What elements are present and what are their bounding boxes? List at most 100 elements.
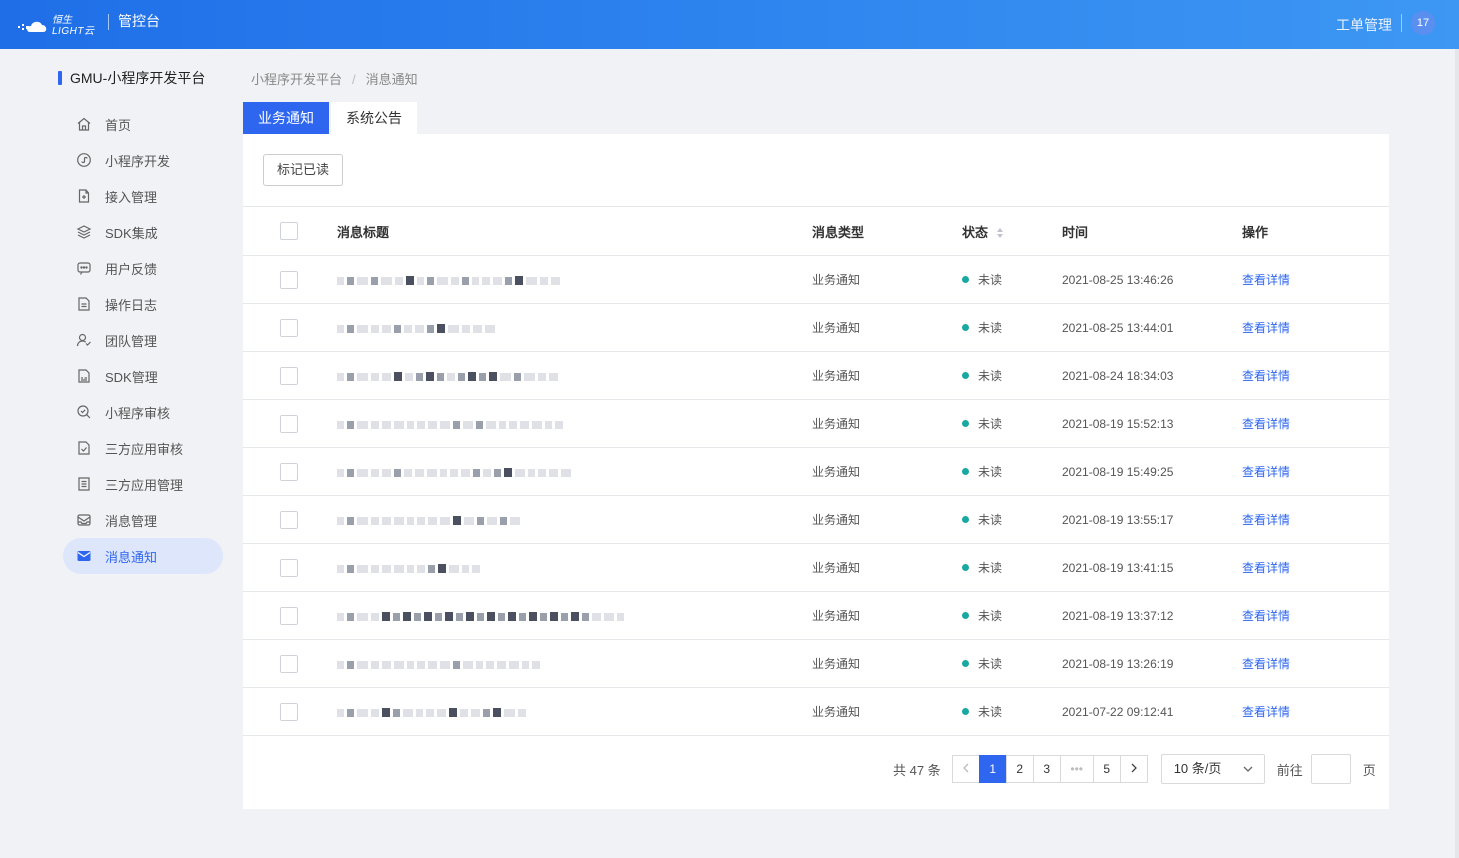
table-row[interactable]: 业务通知 未读 2021-08-19 15:52:13 查看详情 — [243, 399, 1389, 448]
ticket-management-link[interactable]: 工单管理 — [1336, 15, 1392, 35]
sidebar-item-third-party-management[interactable]: 三方应用管理 — [63, 466, 223, 502]
sidebar-item-operation-log[interactable]: 操作日志 — [63, 286, 223, 322]
select-all-checkbox[interactable] — [280, 222, 298, 240]
view-detail-link[interactable]: 查看详情 — [1242, 369, 1290, 383]
view-detail-link[interactable]: 查看详情 — [1242, 273, 1290, 287]
breadcrumb: 小程序开发平台 / 消息通知 — [251, 69, 418, 88]
row-checkbox[interactable] — [280, 366, 298, 385]
sidebar-item-sdk-management[interactable]: SDK管理 — [63, 358, 223, 394]
prev-page-button[interactable] — [951, 755, 980, 783]
app-title[interactable]: 管控台 — [118, 11, 160, 31]
message-title-redacted[interactable] — [337, 561, 483, 575]
sidebar-item-access[interactable]: 接入管理 — [63, 178, 223, 214]
view-detail-link[interactable]: 查看详情 — [1242, 417, 1290, 431]
status-text: 未读 — [978, 465, 1003, 479]
breadcrumb-parent[interactable]: 小程序开发平台 — [251, 72, 342, 87]
view-detail-link[interactable]: 查看详情 — [1242, 705, 1290, 719]
page-size-select[interactable]: 10 条/页 — [1160, 754, 1265, 784]
page-button-2[interactable]: 2 — [1005, 755, 1034, 783]
review-icon — [75, 403, 93, 421]
page-ellipsis-button[interactable]: ••• — [1059, 755, 1094, 783]
status-dot-icon — [962, 420, 969, 428]
sidebar-item-label: 三方应用管理 — [105, 477, 184, 493]
mail-icon — [75, 547, 93, 565]
message-time: 2021-08-24 18:34:03 — [1062, 351, 1242, 400]
brand-logo[interactable]: 恒生 LIGHT云 — [16, 14, 96, 38]
page-button-1[interactable]: 1 — [978, 755, 1007, 783]
message-title-redacted[interactable] — [337, 465, 574, 479]
row-checkbox[interactable] — [280, 270, 298, 289]
sidebar-item-team[interactable]: 团队管理 — [63, 322, 223, 358]
view-detail-link[interactable]: 查看详情 — [1242, 561, 1290, 575]
table-row[interactable]: 业务通知 未读 2021-08-19 15:49:25 查看详情 — [243, 447, 1389, 496]
message-table: 消息标题 消息类型 状态 时间 操作 业务通知 未读 2021-08-25 13:4… — [243, 206, 1389, 736]
sidebar-item-label: 小程序审核 — [105, 405, 171, 421]
row-checkbox[interactable] — [280, 462, 298, 481]
message-title-redacted[interactable] — [337, 369, 561, 383]
message-title-redacted[interactable] — [337, 321, 498, 335]
header-divider — [108, 14, 109, 30]
pagination-total: 共 47 条 — [893, 762, 941, 778]
status-text: 未读 — [978, 609, 1003, 623]
sidebar-item-message-management[interactable]: 消息管理 — [63, 502, 223, 538]
sidebar-item-feedback[interactable]: 用户反馈 — [63, 250, 223, 286]
table-row[interactable]: 业务通知 未读 2021-08-25 13:46:26 查看详情 — [243, 255, 1389, 304]
row-checkbox[interactable] — [280, 702, 298, 721]
goto-label: 前往 — [1276, 762, 1303, 778]
message-type: 业务通知 — [812, 447, 962, 496]
message-time: 2021-07-22 09:12:41 — [1062, 687, 1242, 736]
view-detail-link[interactable]: 查看详情 — [1242, 321, 1290, 335]
mark-read-button[interactable]: 标记已读 — [263, 154, 343, 186]
table-row[interactable]: 业务通知 未读 2021-08-19 13:55:17 查看详情 — [243, 495, 1389, 544]
table-row[interactable]: 业务通知 未读 2021-08-25 13:44:01 查看详情 — [243, 303, 1389, 352]
view-detail-link[interactable]: 查看详情 — [1242, 609, 1290, 623]
sidebar-item-message-notice[interactable]: 消息通知 — [63, 538, 223, 574]
table-row[interactable]: 业务通知 未读 2021-08-19 13:26:19 查看详情 — [243, 639, 1389, 688]
row-checkbox[interactable] — [280, 654, 298, 673]
tab-business-notice[interactable]: 业务通知 — [243, 102, 329, 134]
view-detail-link[interactable]: 查看详情 — [1242, 513, 1290, 527]
sidebar-item-label: 操作日志 — [105, 297, 158, 313]
row-checkbox[interactable] — [280, 606, 298, 625]
tab-system-announcement[interactable]: 系统公告 — [331, 102, 417, 134]
sidebar-item-third-party-review[interactable]: 三方应用审核 — [63, 430, 223, 466]
goto-page-input[interactable] — [1310, 754, 1351, 784]
message-title-redacted[interactable] — [337, 657, 543, 671]
status-cell: 未读 — [962, 543, 1062, 592]
sidebar-item-miniprogram-dev[interactable]: 小程序开发 — [63, 142, 223, 178]
message-type: 业务通知 — [812, 255, 962, 304]
row-checkbox[interactable] — [280, 318, 298, 337]
sidebar-item-home[interactable]: 首页 — [63, 106, 223, 142]
sidebar-item-sdk-integration[interactable]: SDK集成 — [63, 214, 223, 250]
table-row[interactable]: 业务通知 未读 2021-08-19 13:37:12 查看详情 — [243, 591, 1389, 640]
goto-unit: 页 — [1362, 762, 1376, 778]
view-detail-link[interactable]: 查看详情 — [1242, 465, 1290, 479]
status-dot-icon — [962, 516, 969, 524]
table-row[interactable]: 业务通知 未读 2021-08-19 13:41:15 查看详情 — [243, 543, 1389, 592]
page-button-5[interactable]: 5 — [1092, 755, 1121, 783]
message-title-redacted[interactable] — [337, 417, 566, 431]
message-title-redacted[interactable] — [337, 513, 523, 527]
sort-icon[interactable] — [996, 227, 1004, 239]
chevron-down-icon — [1243, 766, 1253, 772]
next-page-button[interactable] — [1119, 755, 1148, 783]
logo-text-top: 恒生 — [52, 15, 72, 26]
column-header-status[interactable]: 状态 — [962, 206, 1062, 256]
page-scrollbar[interactable] — [1455, 49, 1459, 858]
column-header-time: 时间 — [1062, 206, 1242, 256]
table-row[interactable]: 业务通知 未读 2021-08-24 18:34:03 查看详情 — [243, 351, 1389, 400]
row-checkbox[interactable] — [280, 414, 298, 433]
view-detail-link[interactable]: 查看详情 — [1242, 657, 1290, 671]
status-dot-icon — [962, 468, 969, 476]
status-dot-icon — [962, 660, 969, 668]
message-title-redacted[interactable] — [337, 705, 529, 719]
message-title-redacted[interactable] — [337, 609, 627, 623]
sidebar-item-miniprogram-review[interactable]: 小程序审核 — [63, 394, 223, 430]
row-checkbox[interactable] — [280, 510, 298, 529]
page-button-3[interactable]: 3 — [1032, 755, 1061, 783]
row-checkbox[interactable] — [280, 558, 298, 577]
check-doc-icon — [75, 439, 93, 457]
table-row[interactable]: 业务通知 未读 2021-07-22 09:12:41 查看详情 — [243, 687, 1389, 736]
message-title-redacted[interactable] — [337, 273, 563, 287]
user-avatar[interactable]: 17 — [1411, 11, 1435, 35]
